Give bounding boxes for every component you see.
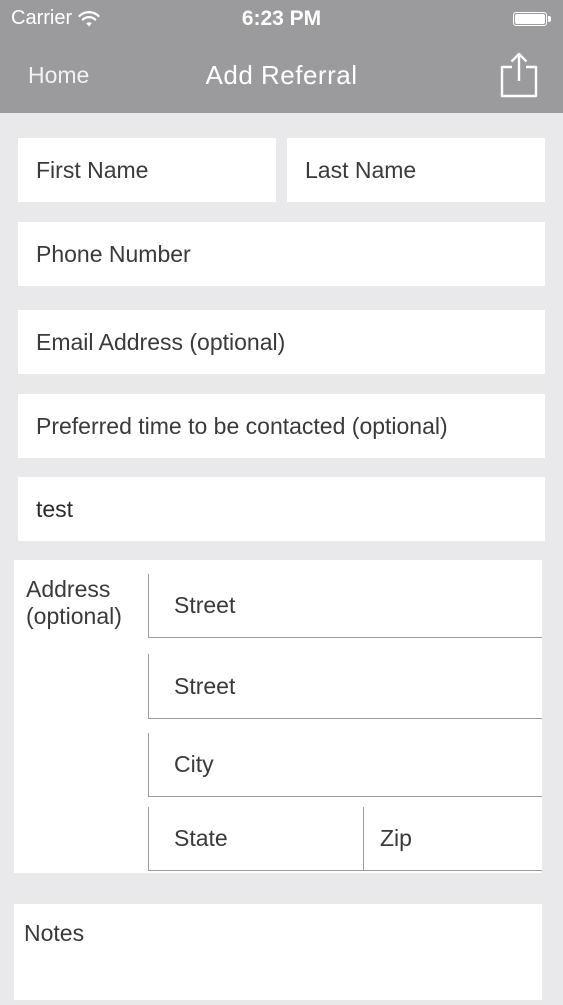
address-section: Address (optional) xyxy=(14,560,542,873)
extra-input[interactable] xyxy=(18,477,545,541)
state-input[interactable] xyxy=(149,807,363,870)
zip-field xyxy=(363,807,542,871)
notes-field xyxy=(14,904,542,1000)
header: Carrier 6:23 PM Home Add Referral xyxy=(0,0,563,113)
street-2-field xyxy=(148,654,542,719)
street-1-field xyxy=(148,574,542,638)
city-field xyxy=(148,733,542,797)
zip-input[interactable] xyxy=(364,807,542,870)
last-name-field xyxy=(287,138,545,202)
share-icon[interactable] xyxy=(498,50,540,100)
first-name-field xyxy=(18,138,276,202)
status-time: 6:23 PM xyxy=(241,7,322,30)
city-input[interactable] xyxy=(149,733,542,796)
notes-textarea[interactable] xyxy=(14,904,542,1000)
phone-number-field xyxy=(18,222,545,286)
email-field xyxy=(18,310,545,374)
address-label: Address (optional) xyxy=(26,576,122,629)
battery-icon xyxy=(513,11,551,27)
preferred-time-input[interactable] xyxy=(18,394,545,458)
status-bar: Carrier 6:23 PM xyxy=(0,0,563,40)
preferred-time-field xyxy=(18,394,545,458)
last-name-input[interactable] xyxy=(287,138,545,202)
street-1-input[interactable] xyxy=(149,574,542,637)
first-name-input[interactable] xyxy=(18,138,276,202)
page-title: Add Referral xyxy=(205,60,358,90)
extra-field xyxy=(18,477,545,541)
street-2-input[interactable] xyxy=(149,654,542,718)
navigation-bar: Home Add Referral xyxy=(0,40,563,113)
email-input[interactable] xyxy=(18,310,545,374)
state-field xyxy=(148,807,363,871)
phone-number-input[interactable] xyxy=(18,222,545,286)
